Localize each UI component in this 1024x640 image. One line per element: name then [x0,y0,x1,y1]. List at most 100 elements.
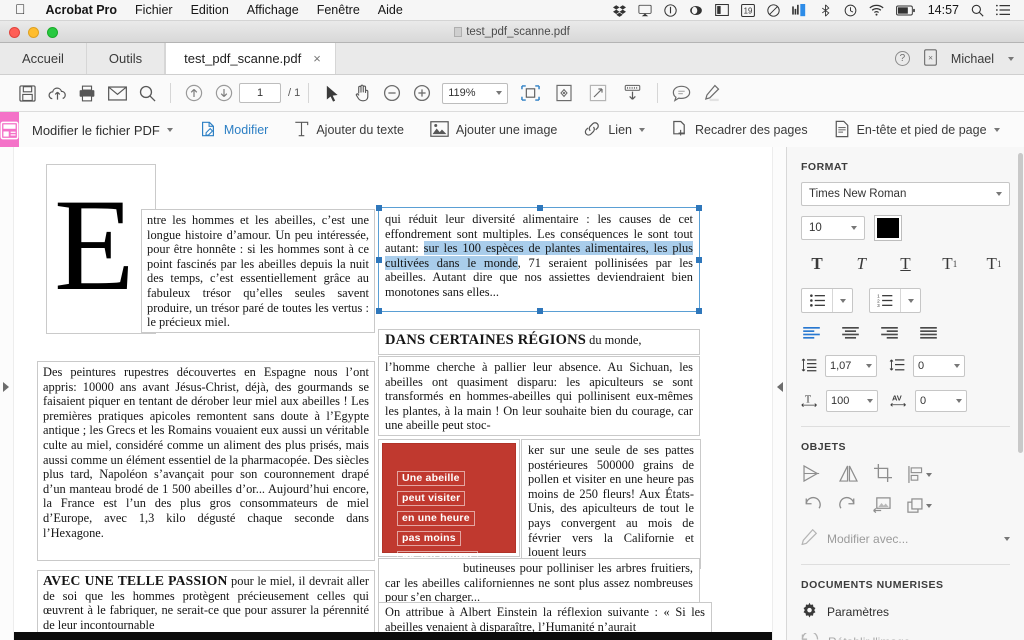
equalizer-icon[interactable] [786,0,813,21]
edit-pdf-title[interactable]: Modifier le fichier PDF [19,123,186,138]
align-justify-icon[interactable] [920,327,937,342]
search-icon[interactable] [132,80,162,106]
add-text-button[interactable]: Ajouter du texte [281,121,417,140]
line-spacing-input[interactable]: 1,07 [825,355,877,377]
chevron-down-icon[interactable] [996,192,1002,196]
email-icon[interactable] [102,80,132,106]
chevron-down-icon[interactable] [639,128,645,132]
zoom-in-icon[interactable] [407,80,437,106]
chevron-down-icon[interactable] [866,364,872,368]
header-footer-button[interactable]: En-tête et pied de page [821,120,1013,141]
resize-handle-e[interactable] [696,257,702,263]
arrow-up-circle-icon[interactable] [179,80,209,106]
tab-outils[interactable]: Outils [87,43,166,74]
font-family-select[interactable]: Times New Roman [801,182,1010,206]
add-image-button[interactable]: Ajouter une image [417,120,570,140]
fit-width-icon[interactable] [513,80,547,106]
resize-handle-ne[interactable] [696,205,702,211]
text-block-col2-p2[interactable]: ker sur une seule de ses pattes postérie… [521,439,701,569]
highlighter-icon[interactable] [696,80,726,106]
edit-pdf-panel-icon[interactable] [0,111,19,149]
more-options-button[interactable]: ••• [1013,122,1024,139]
cursor-arrow-icon[interactable] [317,80,347,106]
resize-handle-nw[interactable] [376,205,382,211]
align-center-icon[interactable] [842,327,859,342]
bullet-list-options-icon[interactable] [832,289,852,312]
align-right-icon[interactable] [881,327,898,342]
text-block-col1-p2[interactable]: Des peintures rupestres découvertes en E… [37,361,375,561]
scroll-mode-icon[interactable] [615,80,649,106]
red-callout-box[interactable]: Une abeille peut visiter en une heure pa… [382,443,516,566]
chevron-down-icon[interactable] [956,399,962,403]
document-pane[interactable]: E ntre les hommes et les abeilles, c’est… [14,147,772,640]
character-spacing-input[interactable]: 0 [915,390,967,412]
apple-logo-icon[interactable]:  [8,2,37,16]
edit-button[interactable]: Modifier [186,120,281,141]
flip-horizontal-icon[interactable] [803,464,823,485]
resize-handle-se[interactable] [696,308,702,314]
crop-icon[interactable] [874,464,892,485]
zoom-level-select[interactable]: 119% [442,82,509,104]
selected-text-block[interactable]: qui réduit leur diversité alimentaire : … [376,205,702,314]
do-not-disturb-icon[interactable] [761,0,786,21]
scan-settings-row[interactable]: Paramètres [801,602,1010,622]
replace-image-icon[interactable] [873,496,891,516]
fit-visible-icon[interactable] [581,80,615,106]
numbered-list-options-icon[interactable] [900,289,920,312]
user-name-label[interactable]: Michael [951,52,994,66]
chevron-down-icon[interactable] [166,128,173,132]
info-circle-icon[interactable] [658,0,683,21]
numbered-list-icon[interactable]: 123 [870,289,900,312]
help-circle-icon[interactable]: ? [894,51,910,66]
chevron-down-icon[interactable] [496,91,503,95]
horizontal-scale-input[interactable]: 100 [826,390,878,412]
rotate-left-icon[interactable] [803,496,822,516]
cloud-upload-icon[interactable] [42,80,72,106]
text-block-col2-p3[interactable]: butineuses pour polliniser les arbres fr… [378,558,700,604]
align-left-icon[interactable] [803,327,820,342]
save-icon[interactable] [12,80,42,106]
chevron-down-icon[interactable] [993,128,1000,132]
chevron-down-icon[interactable] [954,364,960,368]
battery-icon[interactable] [890,0,922,21]
list-menu-icon[interactable] [990,0,1016,21]
resize-handle-w[interactable] [376,257,382,263]
chevron-down-icon[interactable] [926,472,932,477]
collapse-right-panel-icon[interactable] [777,382,783,392]
italic-T-icon[interactable]: T [845,252,877,276]
fit-page-icon[interactable] [547,80,581,106]
chevron-down-icon[interactable] [851,226,857,230]
bold-T-icon[interactable]: T [801,252,833,276]
creative-cloud-icon[interactable] [683,0,709,21]
chevron-down-icon[interactable] [1004,536,1010,541]
wifi-icon[interactable] [863,0,890,21]
flip-vertical-icon[interactable] [839,465,858,485]
split-view-icon[interactable] [709,0,735,21]
crop-pages-button[interactable]: Recadrer des pages [658,120,821,141]
dropbox-icon[interactable] [607,0,632,21]
restore-image-row[interactable]: Rétablir l'image [801,631,1010,640]
tab-document[interactable]: test_pdf_scanne.pdf × [165,43,336,74]
resize-handle-s[interactable] [537,308,543,314]
zoom-window-button[interactable] [47,27,58,38]
panel-scrollbar[interactable] [1018,153,1023,453]
mobile-share-icon[interactable]: × [924,48,937,69]
chevron-down-icon[interactable] [1008,56,1014,61]
bullet-list-icon[interactable] [802,289,832,312]
close-window-button[interactable] [9,27,20,38]
subscript-T-icon[interactable]: T1 [978,252,1010,276]
menu-fichier[interactable]: Fichier [126,0,182,21]
text-block-col1-p3[interactable]: AVEC UNE TELLE PASSION pour le miel, il … [37,570,375,640]
close-tab-icon[interactable]: × [313,51,321,66]
right-panel-toggle[interactable] [772,147,786,640]
arrow-down-circle-icon[interactable] [209,80,239,106]
menu-edition[interactable]: Edition [182,0,238,21]
menu-acrobat-pro[interactable]: Acrobat Pro [37,0,127,21]
expand-left-panel-icon[interactable] [3,382,9,392]
search-icon[interactable] [965,0,990,21]
underline-T-icon[interactable]: T [890,252,922,276]
bluetooth-icon[interactable] [813,0,838,21]
calendar-19-icon[interactable]: 19 [735,0,761,21]
arrange-icon[interactable] [907,497,932,515]
chevron-down-icon[interactable] [867,399,873,403]
